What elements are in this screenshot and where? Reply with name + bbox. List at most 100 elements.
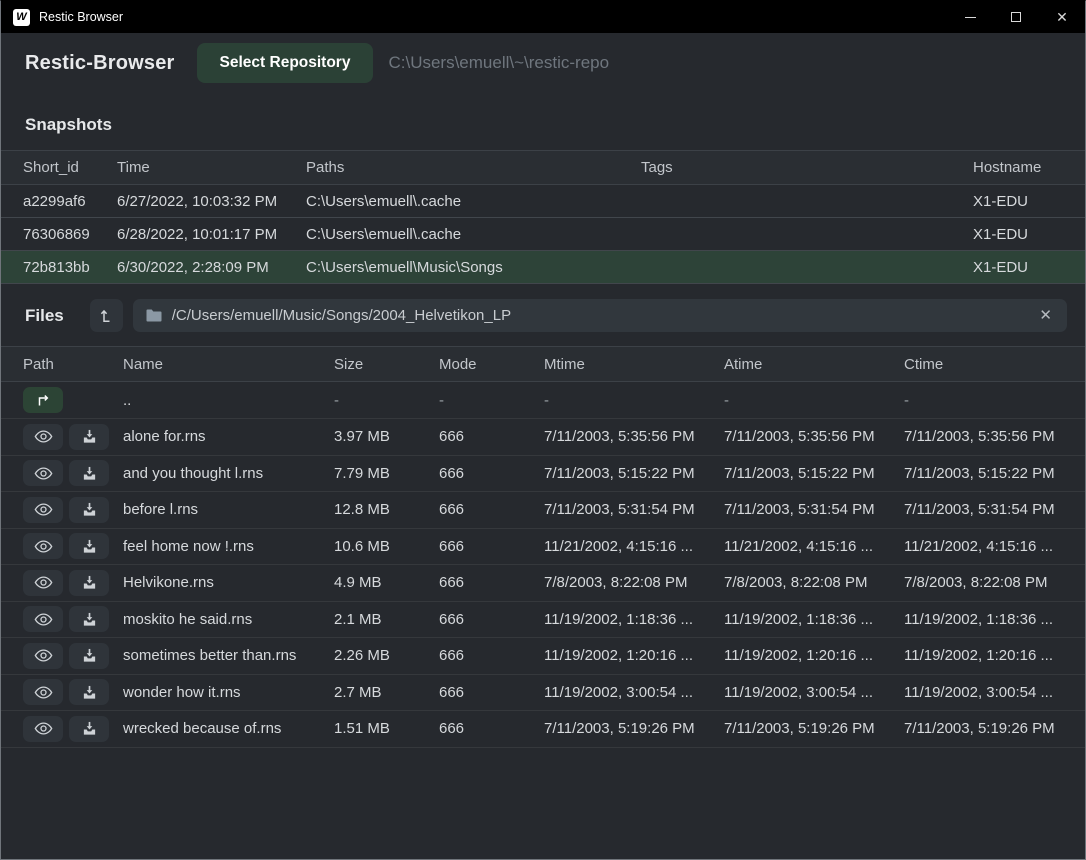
snapshot-row[interactable]: 72b813bb 6/30/2022, 2:28:09 PM C:\Users\… bbox=[1, 251, 1085, 284]
download-icon bbox=[82, 502, 97, 517]
file-size: 7.79 MB bbox=[334, 465, 439, 482]
preview-file-button[interactable] bbox=[23, 533, 63, 559]
file-ctime: - bbox=[904, 392, 1085, 409]
eye-icon bbox=[34, 503, 53, 516]
snapshot-row[interactable]: a2299af6 6/27/2022, 10:03:32 PM C:\Users… bbox=[1, 185, 1085, 218]
window-title: Restic Browser bbox=[39, 10, 123, 24]
eye-icon bbox=[34, 649, 53, 662]
file-size: 2.26 MB bbox=[334, 647, 439, 664]
maximize-button[interactable] bbox=[993, 1, 1039, 33]
file-mode: 666 bbox=[439, 684, 544, 701]
preview-file-button[interactable] bbox=[23, 643, 63, 669]
root-directory-button[interactable] bbox=[90, 299, 123, 332]
file-mtime: 11/19/2002, 1:20:16 ... bbox=[544, 647, 724, 664]
file-name: and you thought l.rns bbox=[123, 465, 334, 482]
snapshot-short-id: 72b813bb bbox=[23, 259, 117, 276]
preview-file-button[interactable] bbox=[23, 460, 63, 486]
snapshot-hostname: X1-EDU bbox=[973, 193, 1085, 210]
snapshot-paths: C:\Users\emuell\.cache bbox=[306, 193, 641, 210]
eye-icon bbox=[34, 613, 53, 626]
file-mtime: 11/21/2002, 4:15:16 ... bbox=[544, 538, 724, 555]
file-ctime: 11/19/2002, 1:20:16 ... bbox=[904, 647, 1085, 664]
file-ctime: 7/11/2003, 5:19:26 PM bbox=[904, 720, 1085, 737]
snapshots-section-title: Snapshots bbox=[25, 115, 112, 134]
download-file-button[interactable] bbox=[69, 460, 109, 486]
file-mtime: 7/8/2003, 8:22:08 PM bbox=[544, 574, 724, 591]
files-column-header: Atime bbox=[724, 356, 904, 373]
eye-icon bbox=[34, 467, 53, 480]
files-table-body: alone for.rns 3.97 MB 666 7/11/2003, 5:3… bbox=[1, 419, 1085, 748]
snapshot-paths: C:\Users\emuell\Music\Songs bbox=[306, 259, 641, 276]
snapshot-paths: C:\Users\emuell\.cache bbox=[306, 226, 641, 243]
snapshots-table-header: Short_idTimePathsTagsHostname bbox=[1, 150, 1085, 185]
download-file-button[interactable] bbox=[69, 570, 109, 596]
snapshots-column-header: Paths bbox=[306, 159, 641, 176]
current-path-input[interactable]: /C/Users/emuell/Music/Songs/2004_Helveti… bbox=[133, 299, 1067, 332]
minimize-button[interactable] bbox=[947, 1, 993, 33]
arrow-up-right-icon bbox=[35, 394, 51, 407]
snapshots-section: Snapshots bbox=[1, 93, 1085, 150]
file-mode: 666 bbox=[439, 611, 544, 628]
file-mode: - bbox=[439, 392, 544, 409]
select-repository-button[interactable]: Select Repository bbox=[197, 43, 374, 83]
eye-icon bbox=[34, 576, 53, 589]
download-file-button[interactable] bbox=[69, 679, 109, 705]
file-name: feel home now !.rns bbox=[123, 538, 334, 555]
file-atime: 7/8/2003, 8:22:08 PM bbox=[724, 574, 904, 591]
download-file-button[interactable] bbox=[69, 497, 109, 523]
files-section-title: Files bbox=[25, 306, 64, 326]
file-name: wonder how it.rns bbox=[123, 684, 334, 701]
parent-directory-button[interactable] bbox=[23, 387, 63, 413]
download-file-button[interactable] bbox=[69, 643, 109, 669]
snapshots-column-header: Short_id bbox=[23, 159, 117, 176]
download-icon bbox=[82, 575, 97, 590]
files-table-header: PathNameSizeModeMtimeAtimeCtime bbox=[1, 346, 1085, 382]
file-size: 12.8 MB bbox=[334, 501, 439, 518]
download-file-button[interactable] bbox=[69, 533, 109, 559]
preview-file-button[interactable] bbox=[23, 497, 63, 523]
file-atime: 7/11/2003, 5:31:54 PM bbox=[724, 501, 904, 518]
file-row: moskito he said.rns 2.1 MB 666 11/19/200… bbox=[1, 602, 1085, 639]
download-file-button[interactable] bbox=[69, 424, 109, 450]
close-button[interactable]: ✕ bbox=[1039, 1, 1085, 33]
file-row: and you thought l.rns 7.79 MB 666 7/11/2… bbox=[1, 456, 1085, 493]
download-icon bbox=[82, 429, 97, 444]
file-ctime: 11/19/2002, 1:18:36 ... bbox=[904, 611, 1085, 628]
wails-logo-icon: W bbox=[13, 9, 30, 26]
files-column-header: Name bbox=[123, 356, 334, 373]
file-ctime: 7/8/2003, 8:22:08 PM bbox=[904, 574, 1085, 591]
snapshot-time: 6/30/2022, 2:28:09 PM bbox=[117, 259, 306, 276]
file-row: feel home now !.rns 10.6 MB 666 11/21/20… bbox=[1, 529, 1085, 566]
file-ctime: 11/21/2002, 4:15:16 ... bbox=[904, 538, 1085, 555]
repository-path: C:\Users\emuell\~\restic-repo bbox=[388, 53, 609, 73]
file-size: 3.97 MB bbox=[334, 428, 439, 445]
file-mode: 666 bbox=[439, 574, 544, 591]
clear-path-button[interactable]: ✕ bbox=[1037, 308, 1054, 323]
file-name: wrecked because of.rns bbox=[123, 720, 334, 737]
file-row: Helvikone.rns 4.9 MB 666 7/8/2003, 8:22:… bbox=[1, 565, 1085, 602]
file-name: sometimes better than.rns bbox=[123, 647, 334, 664]
file-row: alone for.rns 3.97 MB 666 7/11/2003, 5:3… bbox=[1, 419, 1085, 456]
close-icon: ✕ bbox=[1056, 10, 1068, 24]
file-mode: 666 bbox=[439, 465, 544, 482]
preview-file-button[interactable] bbox=[23, 424, 63, 450]
preview-file-button[interactable] bbox=[23, 570, 63, 596]
snapshots-table-body: a2299af6 6/27/2022, 10:03:32 PM C:\Users… bbox=[1, 185, 1085, 284]
titlebar: W Restic Browser ✕ bbox=[1, 1, 1085, 33]
snapshot-hostname: X1-EDU bbox=[973, 226, 1085, 243]
file-name: Helvikone.rns bbox=[123, 574, 334, 591]
file-ctime: 11/19/2002, 3:00:54 ... bbox=[904, 684, 1085, 701]
files-column-header: Ctime bbox=[904, 356, 1085, 373]
download-file-button[interactable] bbox=[69, 606, 109, 632]
snapshot-row[interactable]: 76306869 6/28/2022, 10:01:17 PM C:\Users… bbox=[1, 218, 1085, 251]
download-file-button[interactable] bbox=[69, 716, 109, 742]
file-size: 2.7 MB bbox=[334, 684, 439, 701]
preview-file-button[interactable] bbox=[23, 606, 63, 632]
files-column-header: Mode bbox=[439, 356, 544, 373]
preview-file-button[interactable] bbox=[23, 679, 63, 705]
file-mode: 666 bbox=[439, 720, 544, 737]
file-size: 4.9 MB bbox=[334, 574, 439, 591]
preview-file-button[interactable] bbox=[23, 716, 63, 742]
download-icon bbox=[82, 466, 97, 481]
files-column-header: Size bbox=[334, 356, 439, 373]
